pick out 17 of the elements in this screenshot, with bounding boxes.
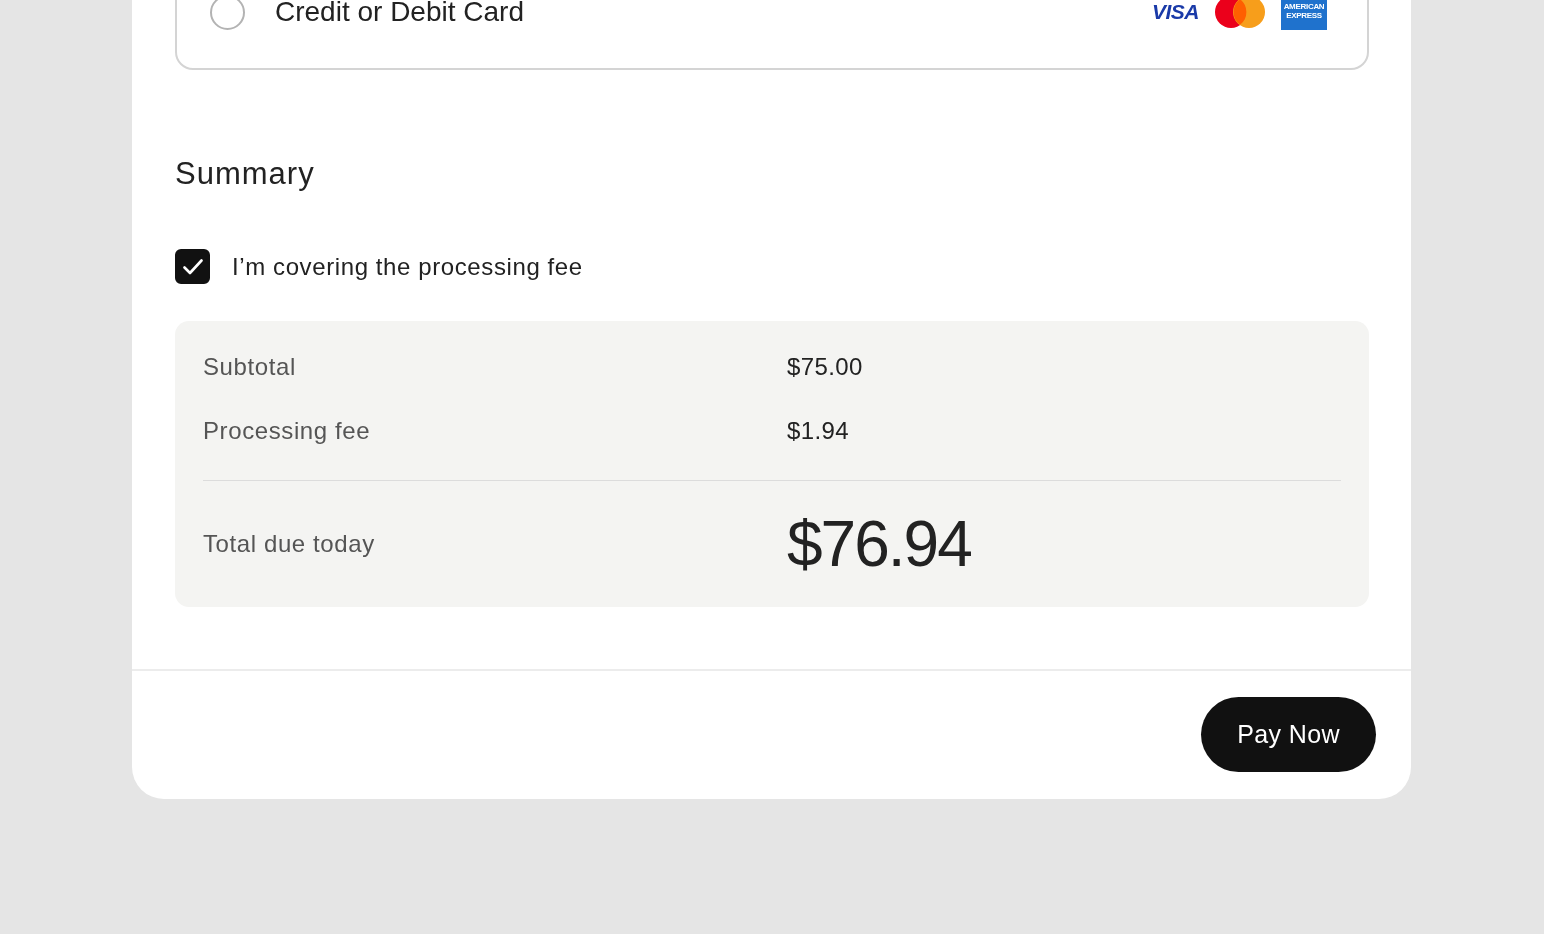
section-heading: Summary: [175, 156, 315, 192]
visa-logo: VISA: [1152, 0, 1199, 24]
total-amount: $76.94: [787, 507, 971, 581]
line-item-label: Subtotal: [203, 353, 296, 381]
amex-logo: AMERICAN EXPRESS: [1281, 0, 1327, 30]
total-label: Total due today: [203, 530, 375, 558]
line-item-amount: $75.00: [787, 353, 863, 381]
payment-option-label: Credit or Debit Card: [275, 0, 524, 28]
line-item-label: Processing fee: [203, 417, 371, 445]
card-brand-icon: [1215, 0, 1265, 28]
pay-button[interactable]: Pay Now: [1201, 697, 1376, 772]
check-icon: [182, 258, 203, 275]
checkbox[interactable]: [175, 249, 210, 284]
radio-button[interactable]: [210, 0, 245, 30]
checkbox-label: I’m covering the processing fee: [232, 252, 583, 281]
line-item-amount: $1.94: [787, 417, 850, 445]
payment-option[interactable]: Credit or Debit Card VISA AMERICAN EXPRESS: [175, 0, 1369, 70]
